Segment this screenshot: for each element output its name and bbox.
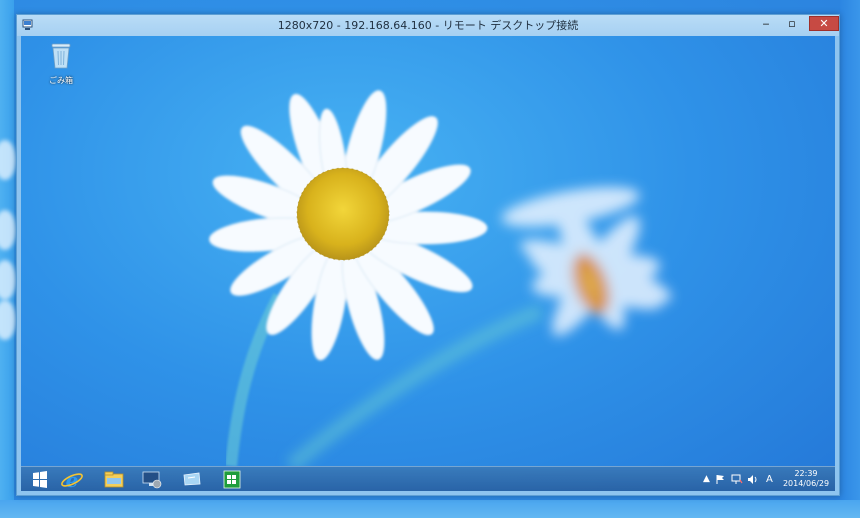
windows-store-icon xyxy=(223,470,241,489)
remote-desktop-icon xyxy=(183,472,201,486)
network-icon[interactable] xyxy=(731,474,743,485)
taskbar-remote-desktop-button[interactable] xyxy=(179,469,205,490)
windows-start-icon xyxy=(33,471,47,488)
window-titlebar[interactable]: 1280x720 - 192.168.64.160 - リモート デスクトップ接… xyxy=(17,15,839,36)
taskbar-ie-button[interactable]: e xyxy=(59,468,85,491)
taskbar-explorer-button[interactable] xyxy=(101,469,127,490)
wallpaper-daisy-image xyxy=(208,90,672,466)
close-button[interactable]: ✕ xyxy=(809,16,839,31)
host-petal xyxy=(0,210,16,250)
desktop-icon-recycle-bin[interactable]: ごみ箱 xyxy=(41,42,81,86)
clock-time: 22:39 xyxy=(794,469,818,478)
server-manager-icon xyxy=(142,471,162,489)
recycle-bin-icon xyxy=(51,43,71,69)
host-petal xyxy=(0,300,16,340)
taskbar-server-manager-button[interactable] xyxy=(139,469,165,490)
start-button[interactable] xyxy=(27,469,53,490)
host-desktop-right-edge xyxy=(840,0,860,518)
taskbar[interactable]: e ▲ A 22:39 2014/06/29 xyxy=(21,466,835,491)
window-title: 1280x720 - 192.168.64.160 - リモート デスクトップ接… xyxy=(277,19,579,32)
taskbar-clock[interactable]: 22:39 2014/06/29 xyxy=(781,469,831,489)
minimize-button[interactable]: ‒ xyxy=(753,15,779,34)
host-desktop-left-edge xyxy=(0,0,16,518)
internet-explorer-icon: e xyxy=(61,468,83,491)
taskbar-store-button[interactable] xyxy=(219,469,245,490)
action-center-flag-icon[interactable] xyxy=(715,474,726,485)
svg-text:e: e xyxy=(66,469,79,490)
remote-desktop-window[interactable]: 1280x720 - 192.168.64.160 - リモート デスクトップ接… xyxy=(16,14,840,496)
clock-date: 2014/06/29 xyxy=(782,479,830,488)
volume-icon[interactable] xyxy=(747,474,759,485)
ime-indicator[interactable]: A xyxy=(766,467,773,491)
file-explorer-icon xyxy=(104,471,124,488)
maximize-button[interactable]: ▫ xyxy=(779,15,805,34)
host-desktop-bottom-edge xyxy=(0,500,860,518)
tray-overflow-chevron[interactable]: ▲ xyxy=(703,467,710,491)
host-petal xyxy=(0,140,16,180)
host-petal xyxy=(0,260,16,300)
desktop-icon-label: ごみ箱 xyxy=(49,76,73,85)
remote-desktop-screen[interactable]: ごみ箱 e ▲ A 22:39 2014/06/29 xyxy=(21,36,835,491)
